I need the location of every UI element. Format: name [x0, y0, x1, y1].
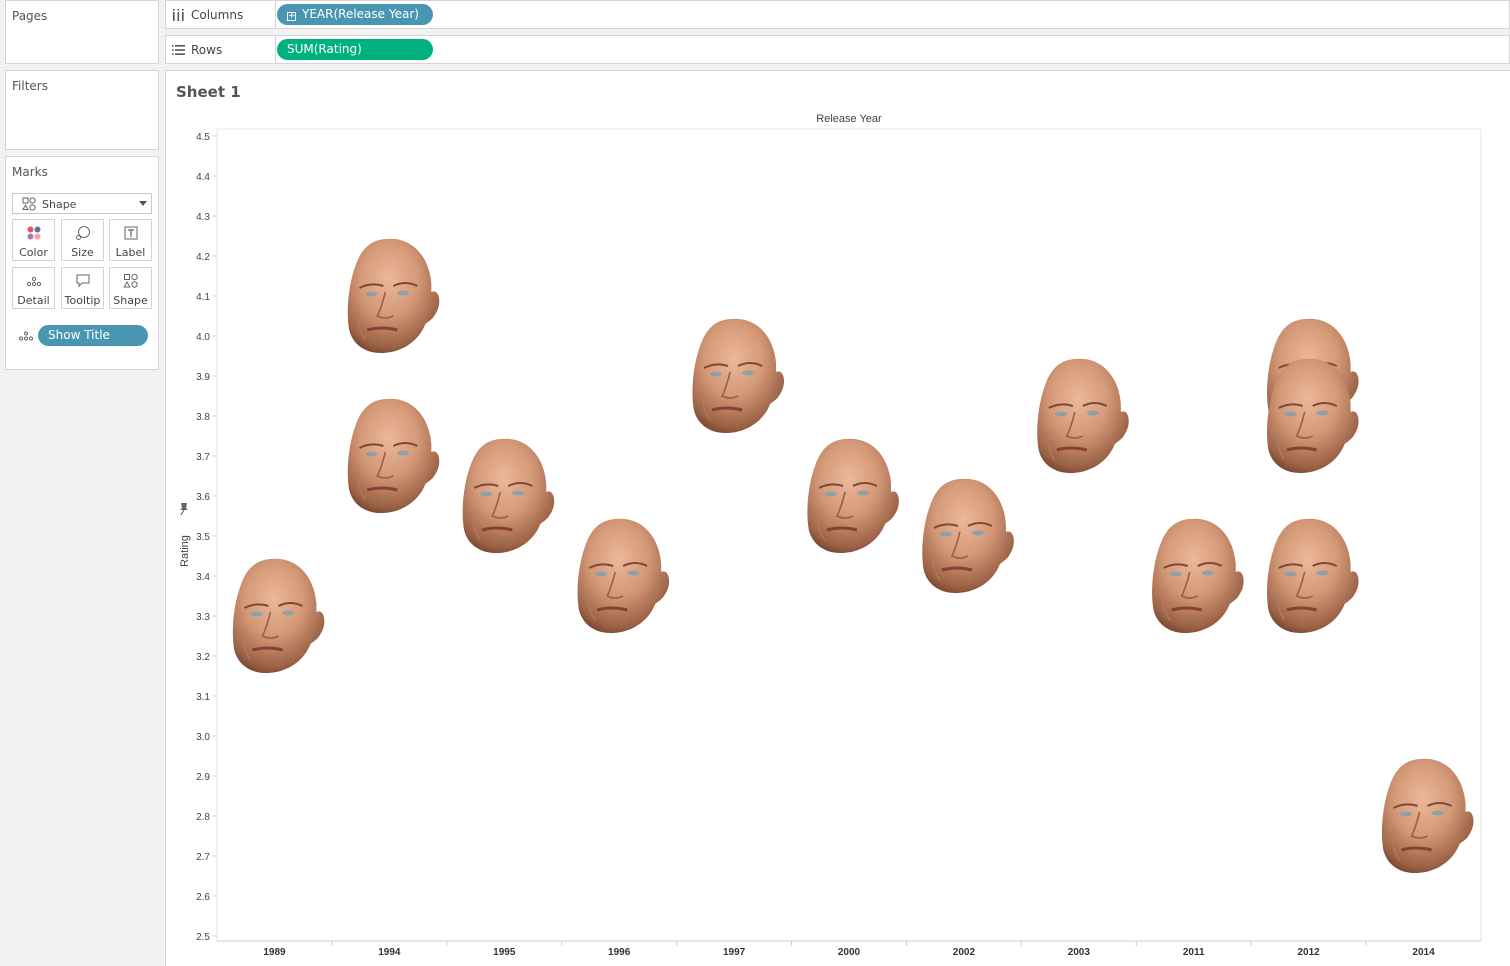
detail-icon	[19, 331, 33, 341]
x-tick-label: 1994	[378, 947, 401, 958]
y-tick-label: 2.5	[196, 932, 210, 943]
shape-button[interactable]: Shape	[109, 267, 152, 309]
color-icon	[27, 226, 41, 240]
y-axis[interactable]: 4.5 4.4 4.3 4.2 4.1 4.0 3.9 3.8 3.7 3.6 3.5 3.4 3.3 3…	[196, 132, 217, 943]
x-tick-label: 2011	[1183, 947, 1205, 958]
chevron-down-icon	[139, 201, 147, 206]
x-tick-label: 2000	[838, 947, 861, 958]
rows-pill[interactable]: SUM(Rating)	[277, 39, 433, 60]
label-button[interactable]: Label	[109, 219, 152, 261]
x-tick-label: 2014	[1412, 947, 1435, 958]
face-mark[interactable]	[1265, 517, 1361, 635]
mark-type-dropdown[interactable]: Shape	[12, 193, 152, 214]
x-tick-label: 1989	[263, 947, 286, 958]
rows-icon	[172, 45, 185, 55]
y-tick-label: 3.6	[196, 492, 210, 503]
face-mark[interactable]	[346, 237, 441, 355]
tooltip-button[interactable]: Tooltip	[61, 267, 104, 309]
face-mark[interactable]	[805, 437, 901, 555]
face-mark[interactable]	[1380, 757, 1475, 875]
y-tick-label: 3.8	[196, 412, 210, 423]
x-tick-label: 2002	[953, 947, 976, 958]
pages-title: Pages	[12, 9, 48, 23]
y-tick-label: 4.1	[196, 292, 210, 303]
face-mark[interactable]	[576, 517, 671, 635]
size-icon	[76, 226, 90, 240]
show-title-pill[interactable]: Show Title	[38, 325, 148, 346]
columns-pill[interactable]: + YEAR(Release Year)	[277, 4, 433, 25]
face-mark[interactable]	[1035, 357, 1131, 475]
size-button[interactable]: Size	[61, 219, 104, 261]
rows-label: Rows	[191, 43, 223, 57]
rows-shelf-label: Rows	[166, 36, 276, 63]
marks-title: Marks	[12, 165, 48, 179]
y-tick-label: 3.9	[196, 372, 210, 383]
y-tick-label: 3.1	[196, 692, 210, 703]
y-tick-label: 3.2	[196, 652, 210, 663]
y-tick-label: 3.5	[196, 532, 210, 543]
x-axis-title[interactable]: Release Year	[816, 113, 882, 125]
detail-button-label: Detail	[17, 294, 50, 307]
y-tick-label: 4.4	[196, 172, 210, 183]
detail-button[interactable]: Detail	[12, 267, 55, 309]
y-tick-label: 2.7	[196, 852, 210, 863]
face-mark[interactable]	[231, 557, 326, 675]
face-mark[interactable]	[1150, 517, 1246, 635]
x-tick-label: 1995	[493, 947, 516, 958]
label-button-label: Label	[115, 246, 146, 259]
y-tick-label: 4.5	[196, 132, 210, 143]
chart-marks	[231, 237, 1475, 875]
mark-type-label: Shape	[42, 198, 77, 211]
columns-label: Columns	[191, 8, 244, 22]
marks-card: Marks Shape Color Size Label Detail Tool…	[5, 156, 159, 370]
tooltip-icon	[76, 274, 90, 288]
y-tick-label: 4.2	[196, 252, 210, 263]
columns-icon	[173, 9, 184, 21]
y-tick-label: 3.7	[196, 452, 210, 463]
pin-icon[interactable]	[180, 503, 188, 516]
y-axis-title[interactable]: Rating	[179, 535, 191, 567]
shapes-icon	[22, 197, 36, 211]
worksheet-view[interactable]: Sheet 1 Release Year Rating 4.5 4.4 4.3 …	[165, 70, 1510, 966]
x-tick-label: 2012	[1298, 947, 1321, 958]
expand-plus-icon[interactable]: +	[287, 12, 296, 21]
columns-shelf[interactable]: Columns + YEAR(Release Year)	[165, 0, 1510, 29]
y-tick-label: 3.0	[196, 732, 210, 743]
scatter-chart[interactable]: Release Year Rating 4.5 4.4 4.3 4.2 4.1 4.0 3.…	[166, 71, 1510, 966]
y-tick-label: 3.4	[196, 572, 210, 583]
detail-icon	[26, 276, 42, 287]
filters-title: Filters	[12, 79, 48, 93]
face-mark[interactable]	[346, 397, 441, 515]
face-mark[interactable]	[690, 317, 786, 435]
color-button[interactable]: Color	[12, 219, 55, 261]
face-mark[interactable]	[461, 437, 556, 555]
text-label-icon	[124, 226, 138, 240]
x-tick-label: 1997	[723, 947, 746, 958]
x-tick-label: 1996	[608, 947, 631, 958]
shapes-icon	[123, 273, 138, 288]
size-button-label: Size	[71, 246, 94, 259]
color-button-label: Color	[19, 246, 48, 259]
x-axis[interactable]: 1989 1994 1995 1996 1997 2000 2002 2003 2011 2012…	[263, 941, 1435, 958]
columns-shelf-label: Columns	[166, 1, 276, 28]
filters-card[interactable]: Filters	[5, 70, 159, 150]
y-tick-label: 2.8	[196, 812, 210, 823]
shape-button-label: Shape	[113, 294, 148, 307]
y-tick-label: 4.0	[196, 332, 210, 343]
y-tick-label: 2.9	[196, 772, 210, 783]
face-mark[interactable]	[920, 477, 1016, 595]
tooltip-button-label: Tooltip	[64, 294, 101, 307]
y-tick-label: 3.3	[196, 612, 210, 623]
x-tick-label: 2003	[1068, 947, 1091, 958]
rows-shelf[interactable]: Rows SUM(Rating)	[165, 35, 1510, 64]
y-tick-label: 4.3	[196, 212, 210, 223]
columns-pill-label: YEAR(Release Year)	[302, 7, 419, 21]
y-tick-label: 2.6	[196, 892, 210, 903]
pages-card[interactable]: Pages	[5, 0, 159, 64]
